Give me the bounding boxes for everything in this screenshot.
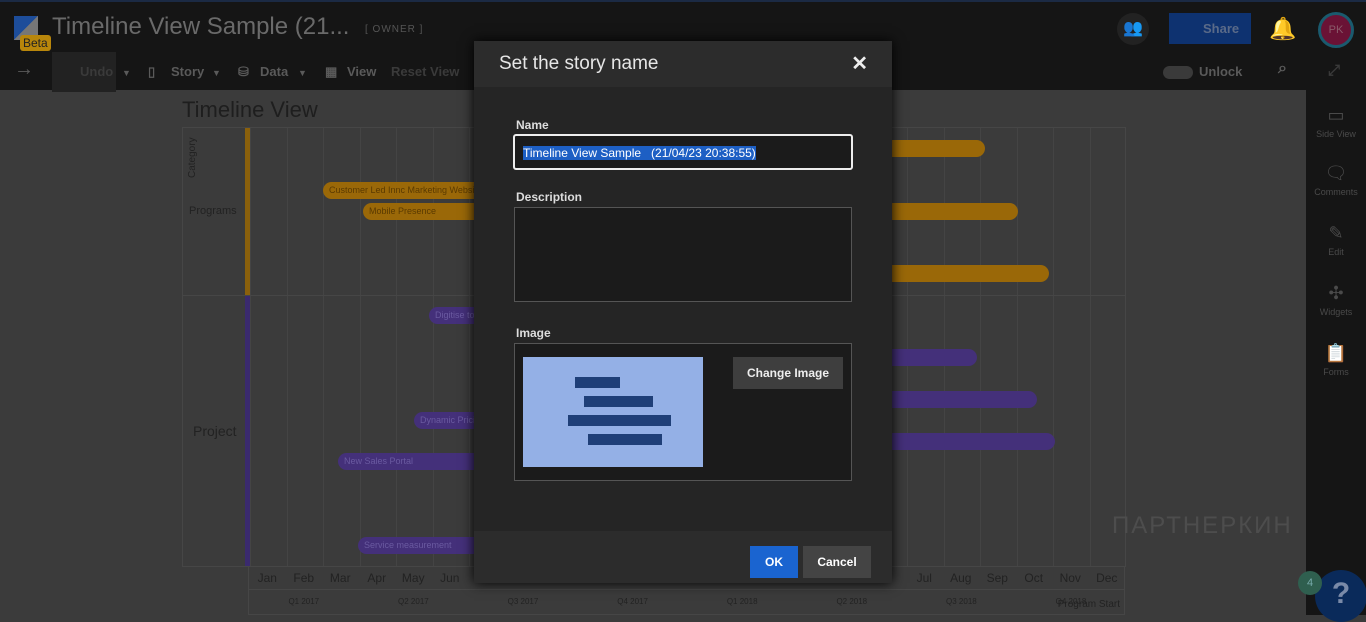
side-view-button[interactable]: ▭ Side View	[1306, 105, 1366, 139]
dialog-title: Set the story name	[474, 41, 892, 87]
category-programs: Programs	[189, 205, 237, 217]
story-thumbnail	[523, 357, 703, 467]
search-icon[interactable]: ⌕	[1278, 60, 1287, 78]
collaborators-icon[interactable]: 👥	[1117, 13, 1149, 45]
bell-icon[interactable]: 🔔	[1269, 16, 1296, 42]
month-label: Aug	[950, 571, 972, 585]
story-title[interactable]: Timeline View Sample (21...	[52, 13, 349, 41]
month-label: Dec	[1096, 571, 1118, 585]
panel-icon: ▭	[1327, 105, 1345, 125]
month-label: Sep	[986, 571, 1008, 585]
data-menu[interactable]: Data	[260, 64, 288, 79]
programs-color-bar	[245, 128, 250, 295]
quarter-label: Q3 2018	[946, 597, 977, 606]
thumb-bar	[588, 434, 662, 445]
notification-count-badge: 4	[1298, 571, 1322, 595]
name-input[interactable]: Timeline View Sample (21/04/23 20:38:55)	[513, 134, 853, 170]
widgets-label: Widgets	[1319, 307, 1353, 317]
grid-line	[1053, 128, 1054, 566]
story-name-dialog: Set the story name ✕ Name Timeline View …	[474, 41, 892, 583]
image-label: Image	[516, 326, 551, 340]
project-color-bar	[245, 296, 250, 566]
watermark: ПАРТНЕРКИН	[1112, 512, 1293, 539]
month-label: Jun	[440, 571, 460, 585]
quarter-label: Q2 2018	[836, 597, 868, 606]
role-label: [ OWNER ]	[365, 24, 424, 35]
comments-button[interactable]: 🗨 Comments	[1306, 163, 1366, 197]
comments-label: Comments	[1314, 187, 1358, 197]
clipboard-icon: 📋	[1324, 343, 1348, 363]
category-axis-label: Category	[187, 137, 198, 178]
name-label: Name	[516, 118, 549, 132]
side-view-label: Side View	[1316, 129, 1356, 139]
pencil-icon: ✎	[1328, 223, 1344, 243]
dialog-footer: OK Cancel	[474, 531, 892, 583]
thumb-bar	[584, 396, 653, 407]
unlock-toggle[interactable]	[1163, 66, 1193, 79]
quarter-label: Q1 2018	[726, 597, 758, 606]
story-menu[interactable]: Story	[171, 64, 204, 79]
month-label: Mar	[329, 571, 351, 585]
grid-icon: ▦	[325, 64, 338, 79]
story-dropdown-icon[interactable]: ▼	[212, 68, 221, 78]
month-label: Jan	[257, 571, 277, 585]
month-label: Nov	[1059, 571, 1081, 585]
share-label: Share	[1203, 21, 1240, 36]
description-label: Description	[516, 190, 583, 204]
edit-button[interactable]: ✎ Edit	[1306, 223, 1366, 257]
share-button[interactable]: Share	[1169, 13, 1251, 44]
name-value: Timeline View Sample (21/04/23 20:38:55)	[523, 146, 756, 160]
book-icon: ▯	[148, 64, 156, 79]
avatar[interactable]: PK	[1318, 12, 1354, 48]
ok-button[interactable]: OK	[750, 546, 798, 578]
forms-button[interactable]: 📋 Forms	[1306, 343, 1366, 377]
comments-icon: 🗨	[1324, 163, 1348, 183]
expand-icon[interactable]: ⤢	[1328, 62, 1340, 79]
reset-view-button[interactable]: Reset View	[391, 64, 459, 79]
arrow-right-icon[interactable]: →	[14, 58, 34, 81]
month-label: May	[401, 571, 425, 585]
unlock-label: Unlock	[1199, 64, 1243, 79]
axis-divider	[249, 589, 1124, 590]
puzzle-icon: ✣	[1328, 283, 1344, 303]
undo-dropdown-icon[interactable]: ▼	[122, 68, 131, 78]
thumb-bar	[568, 415, 671, 426]
change-image-button[interactable]: Change Image	[733, 357, 843, 389]
page-title: Timeline View	[182, 97, 318, 122]
description-textarea[interactable]	[514, 207, 852, 302]
grid-line	[907, 128, 908, 566]
grid-line	[943, 128, 945, 566]
forms-label: Forms	[1323, 367, 1349, 377]
data-dropdown-icon[interactable]: ▼	[298, 68, 307, 78]
grid-line	[286, 128, 288, 566]
month-label: Oct	[1024, 571, 1044, 585]
category-project: Project	[193, 423, 237, 439]
grid-line	[1016, 128, 1018, 566]
grid-line	[250, 128, 251, 566]
month-label: Feb	[293, 571, 315, 585]
quarter-label: Q4 2017	[617, 597, 648, 606]
grid-line	[980, 128, 981, 566]
right-sidebar: ▭ Side View 🗨 Comments ✎ Edit ✣ Widgets 📋 For…	[1306, 90, 1366, 615]
grid-line	[1089, 128, 1091, 566]
cancel-button[interactable]: Cancel	[803, 546, 871, 578]
thumb-bar	[575, 377, 620, 388]
undo-label: Undo	[80, 64, 114, 79]
widgets-button[interactable]: ✣ Widgets	[1306, 283, 1366, 317]
month-label: Apr	[367, 571, 387, 585]
help-button[interactable]: ?	[1315, 570, 1366, 622]
database-icon: ⛁	[238, 64, 249, 79]
quarter-label: Q2 2017	[398, 597, 429, 606]
legend-program-start: Program Start	[1057, 599, 1120, 610]
close-icon[interactable]: ✕	[851, 51, 868, 76]
month-label: Jul	[916, 571, 932, 585]
image-box: Change Image	[514, 343, 852, 481]
view-menu[interactable]: View	[347, 64, 376, 79]
beta-badge: Beta	[20, 35, 51, 51]
edit-label: Edit	[1328, 247, 1344, 257]
quarter-label: Q1 2017	[288, 597, 320, 606]
quarter-label: Q3 2017	[507, 597, 539, 606]
